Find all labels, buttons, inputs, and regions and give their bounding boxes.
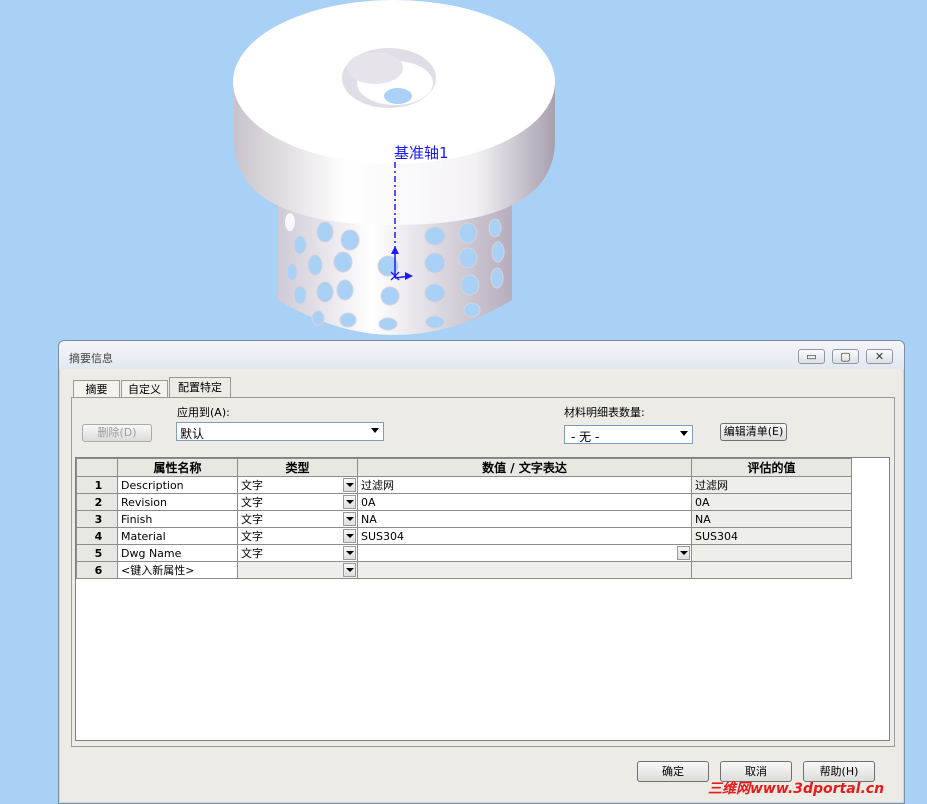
type-value: 文字 xyxy=(241,547,263,560)
bom-quantity-value: - 无 - xyxy=(571,430,600,444)
type-value: 文字 xyxy=(241,479,263,492)
tab-summary[interactable]: 摘要 xyxy=(73,380,120,397)
watermark-text: 三维网www.3dportal.cn xyxy=(708,781,885,797)
evaluated-cell xyxy=(691,561,852,579)
type-value: 文字 xyxy=(241,513,263,526)
type-cell[interactable]: 文字 xyxy=(237,493,358,511)
dropdown-arrow-icon[interactable] xyxy=(343,563,356,577)
dropdown-arrow-icon[interactable] xyxy=(343,546,356,560)
value-cell[interactable] xyxy=(357,561,692,579)
minimize-icon: ▭ xyxy=(806,350,817,363)
tab-custom[interactable]: 自定义 xyxy=(121,380,168,397)
evaluated-cell: SUS304 xyxy=(691,527,852,545)
bom-quantity-label: 材料明细表数量: xyxy=(564,406,645,419)
chevron-down-icon xyxy=(371,428,379,433)
value-cell[interactable]: 过滤网 xyxy=(357,476,692,494)
table-row: 4 Material 文字 SUS304 SUS304 xyxy=(76,527,852,545)
dropdown-arrow-icon[interactable] xyxy=(343,478,356,492)
type-value: 文字 xyxy=(241,496,263,509)
table-row: 2 Revision 文字 0A 0A xyxy=(76,493,852,511)
type-cell[interactable]: 文字 xyxy=(237,544,358,562)
type-cell[interactable]: 文字 xyxy=(237,476,358,494)
property-name-cell[interactable]: Dwg Name xyxy=(117,544,238,562)
apply-to-value: 默认 xyxy=(180,427,205,441)
table-row: 1 Description 文字 过滤网 过滤网 xyxy=(76,476,852,494)
type-cell[interactable] xyxy=(237,561,358,579)
value-cell-editing[interactable] xyxy=(357,544,692,562)
column-header-property-name[interactable]: 属性名称 xyxy=(117,458,238,477)
row-number[interactable]: 3 xyxy=(76,510,118,528)
close-button[interactable]: ✕ xyxy=(866,349,893,364)
dropdown-arrow-icon[interactable] xyxy=(343,512,356,526)
value-cell[interactable]: SUS304 xyxy=(357,527,692,545)
property-name-cell[interactable]: Description xyxy=(117,476,238,494)
property-table: 属性名称 类型 数值 / 文字表达 评估的值 1 Description 文字 … xyxy=(76,458,852,579)
dropdown-arrow-icon[interactable] xyxy=(677,546,690,560)
dropdown-arrow-icon[interactable] xyxy=(343,495,356,509)
tab-config-specific[interactable]: 配置特定 xyxy=(169,377,231,398)
dialog-titlebar[interactable]: 摘要信息 ▭ ▢ ✕ xyxy=(59,341,904,369)
chevron-down-icon xyxy=(680,431,688,436)
dialog-title: 摘要信息 xyxy=(69,352,113,365)
property-name-cell[interactable]: Revision xyxy=(117,493,238,511)
delete-button[interactable]: 删除(D) xyxy=(82,424,152,442)
property-name-cell[interactable]: Material xyxy=(117,527,238,545)
property-grid: 属性名称 类型 数值 / 文字表达 评估的值 1 Description 文字 … xyxy=(75,457,890,741)
reference-axis-label[interactable]: 基准轴1 xyxy=(394,142,449,163)
property-name-cell[interactable]: Finish xyxy=(117,510,238,528)
edit-list-button[interactable]: 编辑清单(E) xyxy=(720,423,787,441)
evaluated-cell: 0A xyxy=(691,493,852,511)
type-value: 文字 xyxy=(241,530,263,543)
close-icon: ✕ xyxy=(874,350,885,363)
type-cell[interactable]: 文字 xyxy=(237,527,358,545)
maximize-icon: ▢ xyxy=(840,350,851,363)
value-cell[interactable]: NA xyxy=(357,510,692,528)
config-specific-panel: 应用到(A): 删除(D) 默认 材料明细表数量: - 无 - 编辑清单(E) … xyxy=(71,397,895,747)
column-header-type[interactable]: 类型 xyxy=(237,458,358,477)
bom-quantity-select[interactable]: - 无 - xyxy=(564,425,693,444)
ok-button[interactable]: 确定 xyxy=(637,761,709,782)
column-header-rownum xyxy=(76,458,118,477)
new-property-cell[interactable]: <键入新属性> xyxy=(117,561,238,579)
table-row: 5 Dwg Name 文字 xyxy=(76,544,852,562)
row-number[interactable]: 2 xyxy=(76,493,118,511)
row-number[interactable]: 4 xyxy=(76,527,118,545)
maximize-button[interactable]: ▢ xyxy=(832,349,859,364)
evaluated-cell: 过滤网 xyxy=(691,476,852,494)
row-number[interactable]: 6 xyxy=(76,561,118,579)
row-number[interactable]: 5 xyxy=(76,544,118,562)
value-cell[interactable]: 0A xyxy=(357,493,692,511)
apply-to-label: 应用到(A): xyxy=(177,406,230,419)
type-cell[interactable]: 文字 xyxy=(237,510,358,528)
column-header-evaluated[interactable]: 评估的值 xyxy=(691,458,852,477)
summary-info-dialog: 摘要信息 ▭ ▢ ✕ 摘要 自定义 配置特定 应用到(A): 删除(D) 默认 … xyxy=(58,340,905,804)
table-row: 3 Finish 文字 NA NA xyxy=(76,510,852,528)
table-header-row: 属性名称 类型 数值 / 文字表达 评估的值 xyxy=(76,458,852,477)
evaluated-cell xyxy=(691,544,852,562)
column-header-value[interactable]: 数值 / 文字表达 xyxy=(357,458,692,477)
dropdown-arrow-icon[interactable] xyxy=(343,529,356,543)
table-row: 6 <键入新属性> xyxy=(76,561,852,579)
apply-to-select[interactable]: 默认 xyxy=(176,422,384,441)
row-number[interactable]: 1 xyxy=(76,476,118,494)
minimize-button[interactable]: ▭ xyxy=(798,349,825,364)
evaluated-cell: NA xyxy=(691,510,852,528)
filter-model[interactable] xyxy=(0,0,927,340)
